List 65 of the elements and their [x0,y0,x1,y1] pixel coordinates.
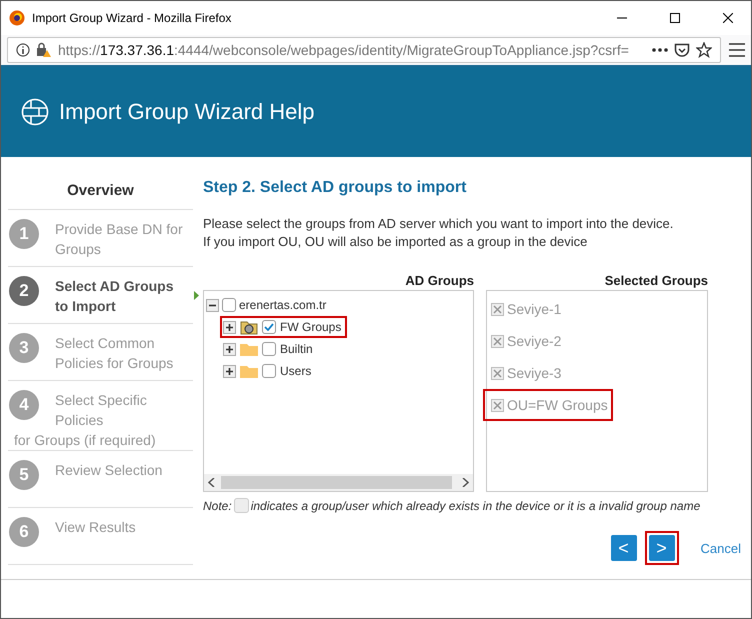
step-number: 2 [9,276,39,306]
overview-title: Overview [8,179,193,210]
step-number: 5 [9,460,39,490]
scroll-left-icon[interactable] [208,478,215,487]
group-label: Seviye-3 [507,365,562,381]
step-label: Provide Base DN for Groups [55,220,183,259]
scroll-right-icon[interactable] [462,478,469,487]
step-label: Select Common Policies for Groups [55,334,174,373]
panel-title: Selected Groups [604,273,708,288]
tree-node-label[interactable]: Builtin [280,342,313,356]
step-label: for Groups (if required) [13,431,157,450]
tree-node-label[interactable]: erenertas.com.tr [239,298,326,312]
current-step-arrow-icon [194,291,199,300]
tree-node-label[interactable]: Users [280,364,312,378]
group-label: OU=FW Groups [507,397,608,413]
folder-icon [240,364,258,378]
description-text: Please select the groups from AD server which you want to import into the device. [203,215,674,233]
group-label: Seviye-1 [507,301,562,317]
collapse-icon[interactable] [206,298,219,312]
help-title: Import Group Wizard Help [59,99,315,125]
panel-title: AD Groups [404,273,474,288]
note-label: Note: [203,498,232,512]
description-text: If you import OU, OU will also be imported as a group in the device [203,233,588,251]
lock-warning-icon [36,42,52,58]
firefox-logo-icon [9,10,25,26]
group-folder-icon [240,319,258,335]
note-text: indicates a group/user which already exists in the device or it is a invalid group name [250,498,700,512]
disabled-checkbox-icon [491,366,504,380]
step-number: 3 [9,333,39,363]
group-label: Seviye-2 [507,333,562,349]
back-button[interactable]: < [610,535,637,561]
step-label: Review Selection [55,461,164,480]
step-label: View Results [55,518,137,537]
pocket-icon[interactable] [674,42,690,58]
horizontal-scrollbar[interactable] [204,474,473,491]
folder-icon [240,342,258,356]
step-heading: Step 2. Select AD groups to import [203,179,468,197]
more-icon[interactable] [652,48,668,52]
disabled-checkbox-icon [491,398,504,412]
cancel-link[interactable]: Cancel [700,540,741,556]
step-number: 1 [9,219,39,249]
step-number: 6 [9,517,39,547]
disabled-checkbox-icon [491,334,504,348]
step-label: Select Specific Policies [55,391,148,430]
expand-icon[interactable] [223,320,236,334]
checkbox[interactable] [222,298,236,312]
address-bar[interactable]: https://173.37.36.1:4444/webconsole/webpages/identity/MigrateGroupToAppliance.jsp?csrf= [7,37,721,63]
step-number: 4 [9,390,39,420]
info-icon [16,43,30,57]
next-button[interactable]: > [648,535,675,561]
menu-icon[interactable] [729,43,745,57]
checkbox[interactable] [262,342,276,356]
star-icon[interactable] [696,42,712,58]
close-icon[interactable] [723,13,733,23]
maximize-icon[interactable] [670,13,680,23]
expand-icon[interactable] [223,342,236,356]
existing-group-checkbox-icon [234,498,249,513]
url-text: https://173.37.36.1:4444/webconsole/webpages/identity/MigrateGroupToAppliance.jsp?csrf= [58,42,630,58]
checkbox[interactable] [262,364,276,378]
step-label: Select AD Groups to Import [55,277,175,316]
checkbox[interactable] [262,320,276,334]
expand-icon[interactable] [223,364,236,378]
globe-icon [21,98,49,126]
window-title: Import Group Wizard - Mozilla Firefox [32,11,232,25]
disabled-checkbox-icon [491,302,504,316]
